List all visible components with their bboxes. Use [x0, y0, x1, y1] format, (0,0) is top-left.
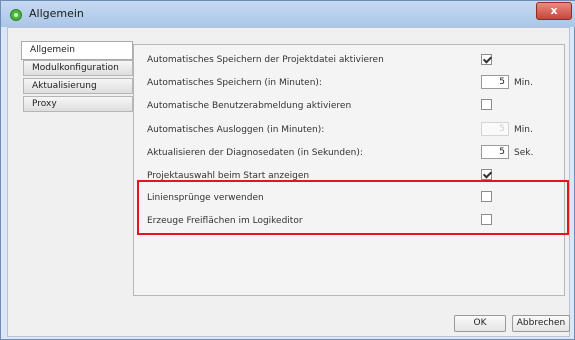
auto-logout-interval-unit: Min.	[514, 125, 533, 135]
autosave-interval-unit: Min.	[514, 78, 533, 88]
auto-logout-checkbox[interactable]	[481, 99, 492, 110]
cancel-button[interactable]: Abbrechen	[512, 315, 570, 332]
close-button[interactable]: x	[536, 2, 572, 20]
title-bar: Allgemein x	[1, 1, 575, 27]
ok-button[interactable]: OK	[454, 315, 506, 332]
settings-dialog: Allgemein x Allgemein Modulkonfiguration…	[0, 0, 575, 340]
autosave-interval-label: Automatisches Speichern (in Minuten):	[147, 78, 322, 88]
tab-proxy[interactable]: Proxy	[23, 96, 133, 112]
diagnostics-interval-unit: Sek.	[514, 148, 534, 158]
autosave-interval-input[interactable]: 5	[481, 75, 509, 89]
autosave-project-label: Automatisches Speichern der Projektdatei…	[147, 55, 384, 65]
autosave-project-checkbox[interactable]	[481, 54, 492, 65]
project-selection-checkbox[interactable]	[481, 169, 492, 180]
free-areas-label: Erzeuge Freiflächen im Logikeditor	[147, 216, 303, 226]
window-title: Allgemein	[29, 7, 84, 20]
auto-logout-interval-input[interactable]: 5	[481, 122, 509, 136]
line-jumps-checkbox[interactable]	[481, 191, 492, 202]
diagnostics-interval-input[interactable]: 5	[481, 145, 509, 159]
line-jumps-label: Liniensprünge verwenden	[147, 193, 264, 203]
highlight-frame	[137, 180, 569, 235]
auto-logout-interval-label: Automatisches Ausloggen (in Minuten):	[147, 125, 325, 135]
auto-logout-label: Automatische Benutzerabmeldung aktiviere…	[147, 101, 352, 111]
app-icon	[10, 9, 22, 21]
tab-modulkonfiguration[interactable]: Modulkonfiguration	[23, 60, 133, 76]
free-areas-checkbox[interactable]	[481, 214, 492, 225]
diagnostics-interval-label: Aktualisieren der Diagnosedaten (in Seku…	[147, 148, 363, 158]
tab-aktualisierung[interactable]: Aktualisierung	[23, 78, 133, 94]
tab-allgemein[interactable]: Allgemein	[21, 41, 133, 60]
